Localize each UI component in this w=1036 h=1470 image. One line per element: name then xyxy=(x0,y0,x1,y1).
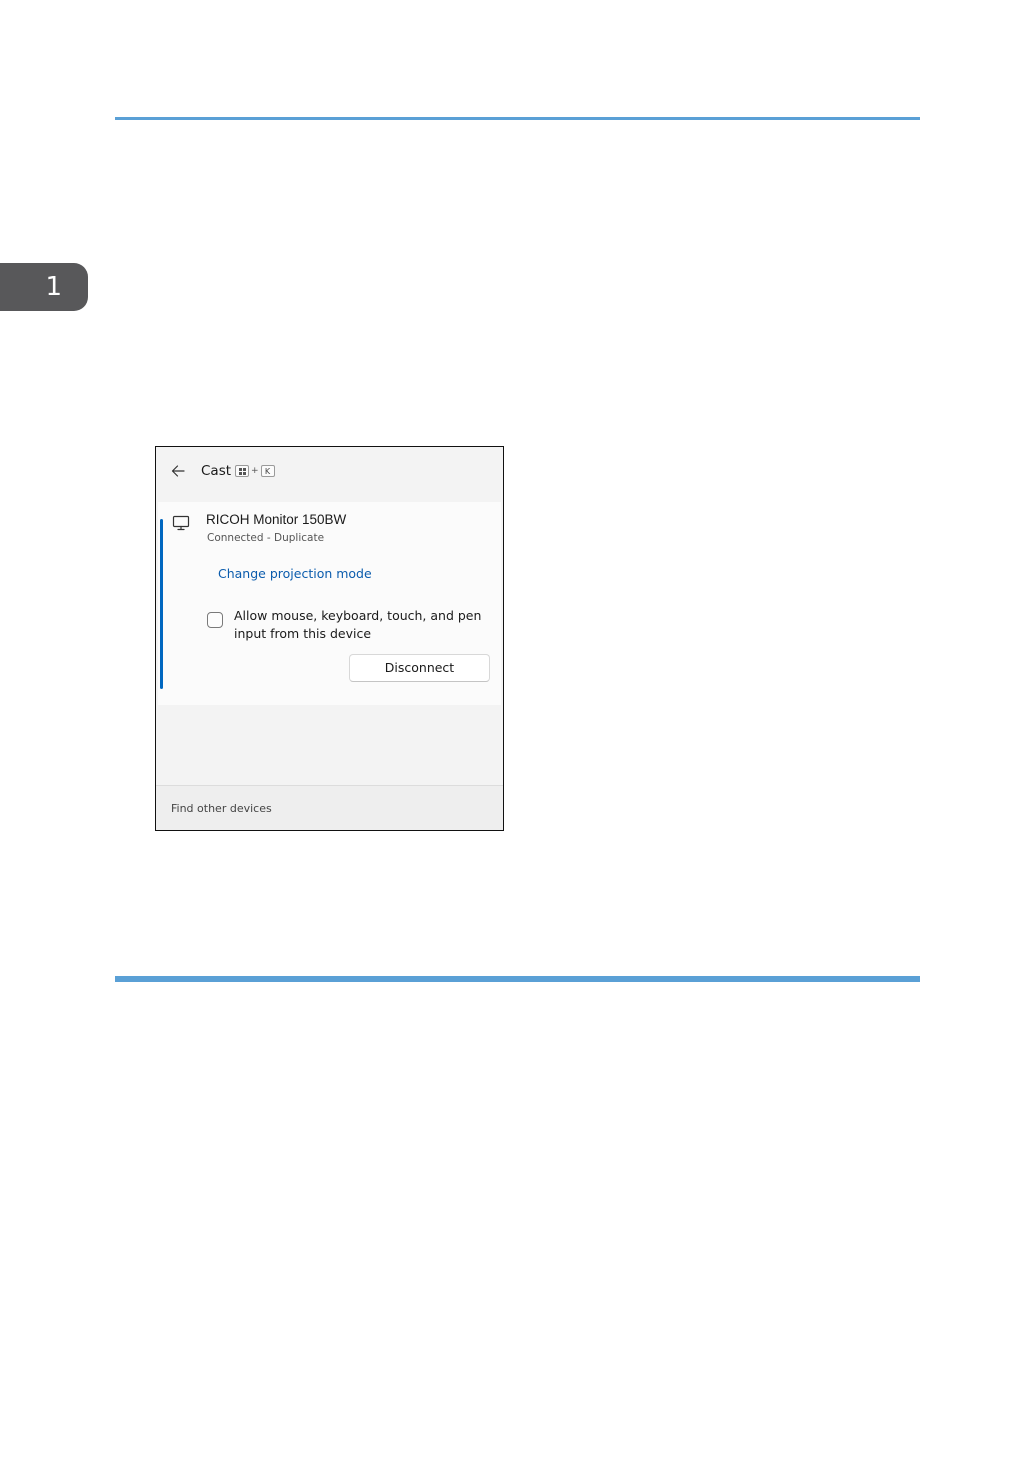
change-projection-mode-link[interactable]: Change projection mode xyxy=(218,566,372,581)
chapter-number: 1 xyxy=(45,272,62,302)
device-status: Connected - Duplicate xyxy=(207,532,325,544)
cast-footer: Find other devices xyxy=(156,786,503,830)
device-name: RICOH Monitor 150BW xyxy=(206,512,347,527)
monitor-icon xyxy=(172,515,190,531)
header-rule xyxy=(115,117,920,120)
k-key: K xyxy=(260,465,275,477)
windows-logo-icon xyxy=(238,467,246,475)
cast-screenshot: Cast + K RICOH Monitor 150BW Connected -… xyxy=(155,446,504,831)
arrow-left-icon[interactable] xyxy=(170,463,186,479)
allow-input-checkbox[interactable] xyxy=(207,612,223,628)
disconnect-button[interactable]: Disconnect xyxy=(349,654,490,682)
shortcut-separator: + xyxy=(251,466,259,476)
cast-header: Cast + K xyxy=(156,447,503,501)
section-rule xyxy=(115,976,920,982)
keyboard-shortcut: + K xyxy=(235,465,275,477)
selection-indicator xyxy=(160,519,163,689)
empty-device-area xyxy=(156,705,503,785)
find-other-devices-link[interactable]: Find other devices xyxy=(171,802,272,815)
cast-title: Cast xyxy=(201,463,232,479)
chapter-tab: 1 xyxy=(0,263,88,311)
device-list-item[interactable]: RICOH Monitor 150BW Connected - Duplicat… xyxy=(158,502,501,705)
windows-key xyxy=(235,465,249,477)
allow-input-label: Allow mouse, keyboard, touch, and pen in… xyxy=(234,608,482,641)
